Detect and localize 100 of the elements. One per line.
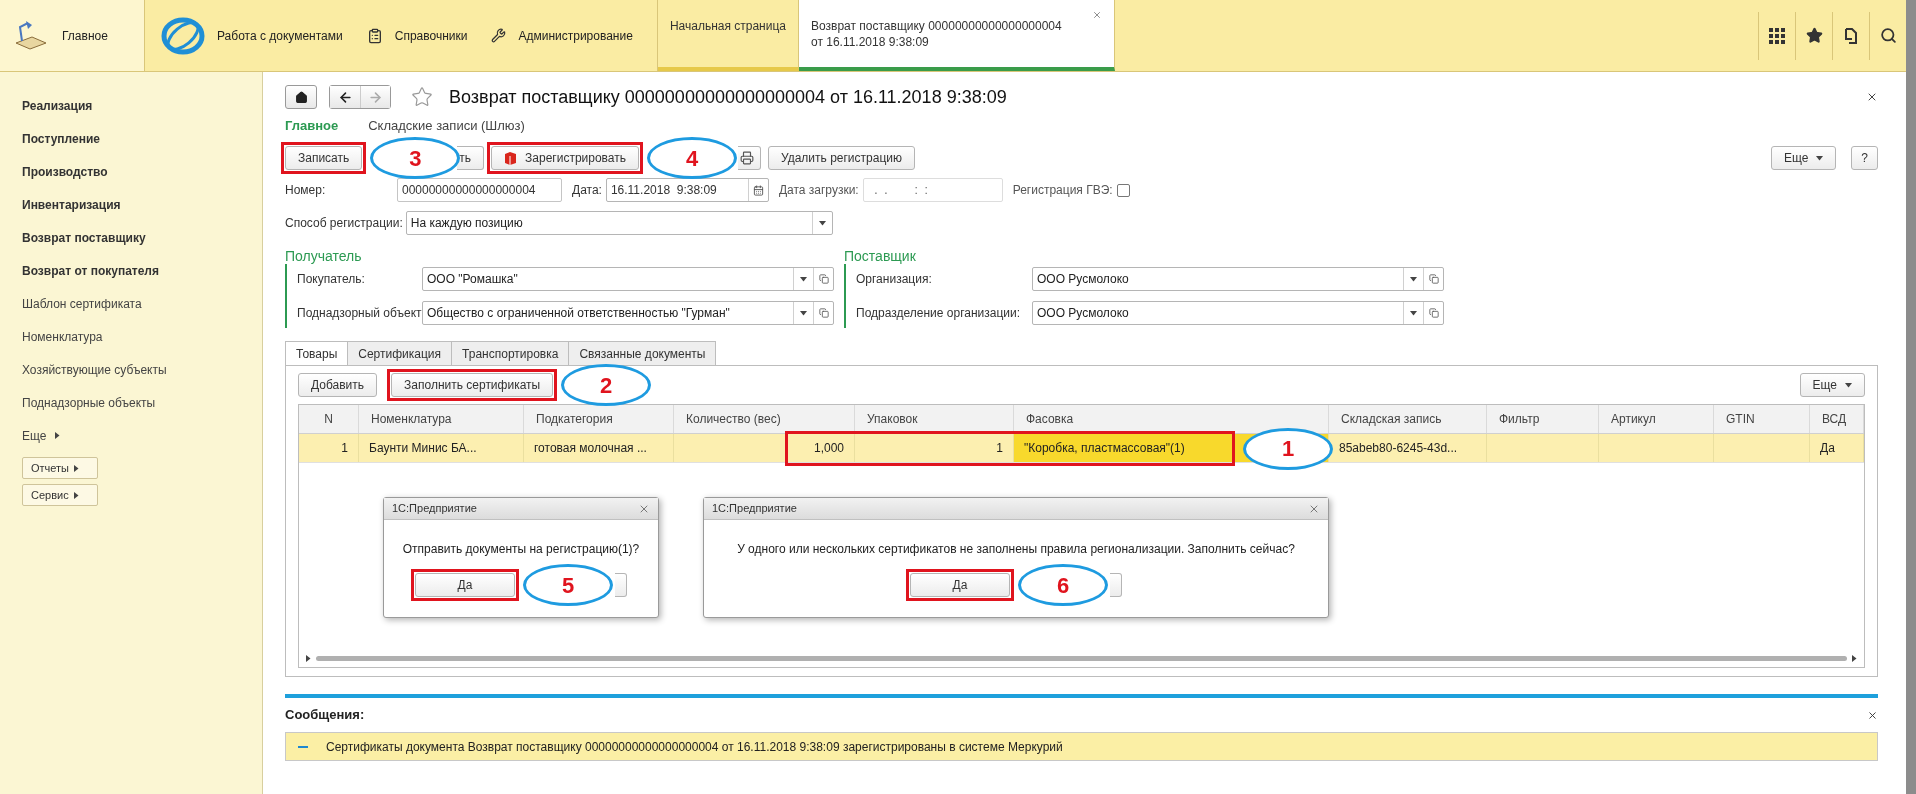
home-button[interactable] <box>285 85 317 109</box>
date-field[interactable]: 16.11.2018 9:38:09 <box>605 178 769 202</box>
sidebar-item[interactable]: Возврат от покупателя <box>22 254 159 287</box>
dialog-title: 1С:Предприятие <box>392 501 477 517</box>
message-text: Сертификаты документа Возврат поставщику 00000000000000000004 от 16.11.2018 9:38:09 зарегистрированы в системе Меркурий <box>326 738 1063 756</box>
field-label: Дата загрузки: <box>778 182 859 199</box>
apps-grid-icon[interactable] <box>1769 27 1785 44</box>
number-field[interactable]: 00000000000000000004 <box>397 178 562 202</box>
callout-number: 6 <box>1018 564 1108 606</box>
open-icon <box>818 308 829 318</box>
sidebar-item[interactable]: Инвентаризация <box>22 188 121 221</box>
favorite-star-icon[interactable] <box>411 86 433 108</box>
column-header[interactable]: N <box>299 405 359 433</box>
dialog-button[interactable]: Да <box>415 573 515 597</box>
sidebar-item[interactable]: Возврат поставщику <box>22 221 146 254</box>
field-label: Поднадзорный объект: <box>297 305 422 322</box>
box-icon <box>504 151 518 165</box>
select-field[interactable]: ООО "Ромашка" <box>422 267 834 291</box>
close-icon[interactable] <box>1866 91 1878 103</box>
column-header[interactable]: Подкатегория <box>524 405 674 433</box>
field-label: Регистрация ГВЭ: <box>1012 182 1113 199</box>
load-date-field[interactable]: . . : : <box>862 178 1003 202</box>
star-icon[interactable] <box>1805 27 1823 44</box>
sidebar-item[interactable]: Шаблон сертификата <box>22 287 142 320</box>
sidebar-button[interactable]: Отчеты <box>22 457 98 479</box>
search-icon[interactable] <box>1879 27 1897 44</box>
section-tab[interactable]: Работа с документами <box>145 0 355 71</box>
more-button[interactable]: Еще <box>1799 373 1865 397</box>
callout-number: 3 <box>370 137 461 179</box>
print-button[interactable] <box>738 146 761 170</box>
column-header[interactable]: Номенклатура <box>359 405 524 433</box>
sidebar-item[interactable]: Номенклатура <box>22 320 103 353</box>
toolbar-button[interactable]: Записать <box>285 146 363 170</box>
more-link[interactable]: Еще <box>22 419 62 452</box>
caret-icon <box>55 432 61 439</box>
table-cell: Баунти Минис БА... <box>359 434 524 462</box>
tab[interactable]: Сертификация <box>347 341 453 366</box>
sidebar-item[interactable]: Реализация <box>22 89 93 122</box>
dialog-message: У одного или нескольких сертификатов не заполнены правила регионализации. Заполнить сейчас? <box>736 541 1296 558</box>
field-label: Подразделение организации: <box>856 305 1022 322</box>
checkbox[interactable] <box>1116 183 1130 197</box>
horizontal-scrollbar[interactable] <box>305 653 1858 663</box>
toolbar-button[interactable]: Заполнить сертификаты <box>391 373 554 397</box>
caret-icon <box>1852 654 1857 662</box>
printer-icon <box>740 151 754 165</box>
dash-icon <box>298 745 308 748</box>
field-label: Покупатель: <box>297 271 366 288</box>
sidebar-item[interactable]: Производство <box>22 155 108 188</box>
select-field[interactable]: ООО Русмолоко <box>1032 267 1444 291</box>
section-tab[interactable]: Главное <box>0 0 145 71</box>
caret-icon <box>1410 310 1417 316</box>
caret-icon <box>1816 155 1824 161</box>
open-tab[interactable]: Начальная страница <box>657 0 799 71</box>
dialog-title: 1С:Предприятие <box>712 501 797 517</box>
sidebar-item[interactable]: Поступление <box>22 122 100 155</box>
field-label: Организация: <box>856 271 933 288</box>
section-tab[interactable]: Администрирование <box>479 0 645 71</box>
column-header[interactable]: Упаковок <box>855 405 1014 433</box>
caret-icon <box>73 491 79 499</box>
sidebar-button[interactable]: Сервис <box>22 484 98 506</box>
caret-icon <box>1410 276 1417 282</box>
sidebar-item[interactable]: Поднадзорные объекты <box>22 386 156 419</box>
table-cell: Да <box>1810 434 1864 462</box>
caret-icon <box>818 220 826 226</box>
caret-icon <box>800 310 807 316</box>
forward-arrow-icon <box>368 89 383 105</box>
list-icon <box>366 27 383 44</box>
select-field[interactable]: На каждую позицию <box>405 211 833 235</box>
open-tab[interactable]: Возврат поставщику 00000000000000000004 от 16.11.2018 9:38:09 <box>799 0 1115 71</box>
back-button[interactable] <box>330 86 360 108</box>
caret-icon <box>306 654 311 662</box>
select-field[interactable]: ООО Русмолоко <box>1032 301 1444 325</box>
section-tab[interactable]: Справочники <box>354 0 480 71</box>
field-label: Способ регистрации: <box>285 215 403 232</box>
tab[interactable]: Транспортировка <box>451 341 570 366</box>
view-link[interactable]: Главное <box>285 116 339 136</box>
column-header[interactable]: Складская запись <box>1329 405 1487 433</box>
close-icon[interactable] <box>1867 709 1878 721</box>
toolbar-button[interactable]: Удалить регистрацию <box>768 146 915 170</box>
more-button[interactable]: Еще <box>1770 146 1837 170</box>
column-header[interactable]: Артикул <box>1599 405 1714 433</box>
logo-icon <box>161 15 205 56</box>
toolbar-button[interactable]: ть <box>457 146 485 170</box>
help-button[interactable]: ? <box>1851 146 1878 170</box>
field-label: Дата: <box>572 182 602 199</box>
callout-number: 4 <box>647 137 737 179</box>
column-header[interactable]: Фильтр <box>1487 405 1599 433</box>
open-icon <box>1428 308 1439 318</box>
toolbar-button[interactable]: Добавить <box>298 373 378 397</box>
column-header[interactable]: Количество (вес) <box>674 405 855 433</box>
sidebar-item[interactable]: Хозяйствующие субъекты <box>22 353 167 386</box>
caret-icon <box>1845 382 1852 388</box>
select-field[interactable]: Общество с ограниченной ответственностью "Гурман" <box>422 301 834 325</box>
register-button[interactable]: Зарегистрировать <box>491 146 639 170</box>
column-header[interactable]: ВСД <box>1810 405 1864 433</box>
dialog-button[interactable]: Да <box>910 573 1010 597</box>
tab[interactable]: Связанные документы <box>568 341 717 366</box>
view-link[interactable]: Складские записи (Шлюз) <box>368 116 525 136</box>
column-header[interactable]: GTIN <box>1714 405 1810 433</box>
table-cell: 1,000 <box>674 434 855 462</box>
